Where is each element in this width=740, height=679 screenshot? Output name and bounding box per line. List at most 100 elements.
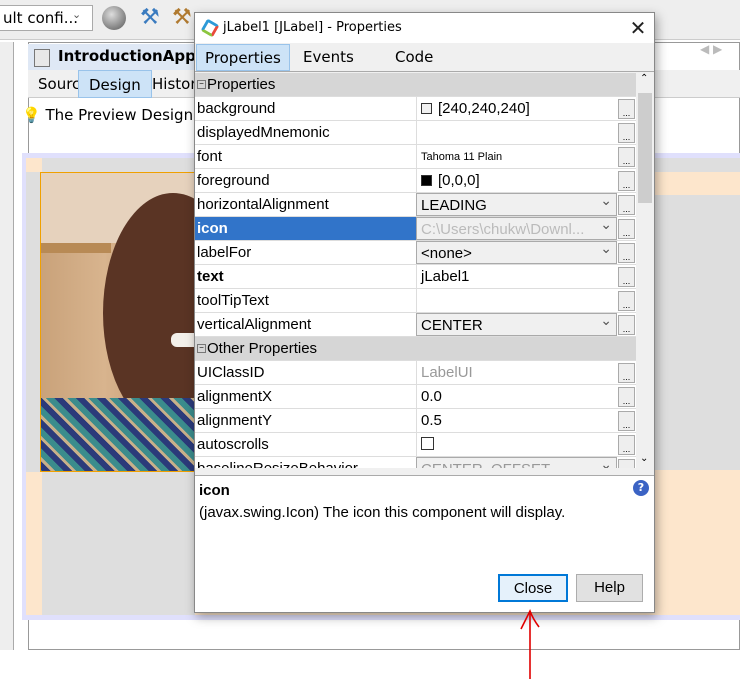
property-row[interactable]: icon C:\Users\chukw\Downl......	[195, 217, 636, 241]
property-value[interactable]	[416, 289, 617, 312]
dialog-title-bar: jLabel1 [JLabel] - Properties	[195, 13, 654, 43]
value-text: jLabel1	[421, 268, 470, 285]
ellipsis-button[interactable]: ...	[618, 315, 635, 335]
collapse-icon[interactable]: −	[197, 344, 206, 353]
configuration-combo[interactable]: ult confi... ⌄	[0, 5, 93, 31]
description-title: icon	[199, 482, 230, 499]
ellipsis-button[interactable]: ...	[618, 411, 635, 431]
property-value[interactable]: C:\Users\chukw\Downl...	[416, 217, 617, 240]
collapse-icon[interactable]: −	[197, 80, 206, 89]
ellipsis-button[interactable]: ...	[618, 147, 635, 167]
tab-design[interactable]: Design	[78, 70, 152, 98]
file-tab[interactable]: IntroductionApp.java	[28, 44, 203, 70]
value-text: [0,0,0]	[438, 172, 480, 189]
property-value[interactable]: LEADING	[416, 193, 617, 216]
annotation-arrow	[520, 609, 540, 679]
property-row[interactable]: toolTipText...	[195, 289, 636, 313]
property-row[interactable]: alignmentX 0.0...	[195, 385, 636, 409]
ellipsis-button[interactable]: ...	[618, 99, 635, 119]
property-name: labelFor	[197, 244, 252, 261]
property-name: autoscrolls	[197, 436, 269, 453]
help-button[interactable]: Help	[576, 574, 643, 602]
lightbulb-icon: 💡	[22, 106, 41, 124]
close-icon[interactable]: ✕	[625, 15, 651, 41]
ellipsis-button[interactable]: ...	[618, 267, 635, 287]
property-value[interactable]	[416, 433, 617, 456]
ellipsis-button[interactable]: ...	[618, 387, 635, 407]
property-name: Other Properties	[207, 340, 318, 357]
jlabel-image[interactable]	[40, 172, 200, 472]
tab-scroll-arrows[interactable]: ◀ ▶	[700, 42, 722, 56]
property-row[interactable]: foreground [0,0,0]...	[195, 169, 636, 193]
property-value[interactable]: [240,240,240]	[416, 97, 617, 120]
globe-icon[interactable]	[102, 6, 126, 30]
scroll-down-icon[interactable]: ⌄	[640, 453, 648, 464]
preview-hint: 💡 The Preview Design b	[22, 106, 208, 124]
property-row[interactable]: labelFor <none>...	[195, 241, 636, 265]
ellipsis-button[interactable]: ...	[618, 291, 635, 311]
color-swatch	[421, 103, 432, 114]
property-name: alignmentX	[197, 388, 273, 405]
value-text: CENTER_OFFSET	[421, 461, 550, 468]
property-value[interactable]: [0,0,0]	[416, 169, 617, 192]
property-row[interactable]: alignmentY 0.5...	[195, 409, 636, 433]
ellipsis-button[interactable]: ...	[618, 435, 635, 455]
chevron-down-icon: ⌄	[72, 8, 82, 21]
property-name: toolTipText	[197, 292, 269, 309]
property-row[interactable]: UIClassID LabelUI...	[195, 361, 636, 385]
scrollbar-thumb[interactable]	[638, 93, 652, 203]
property-name: Properties	[207, 76, 276, 93]
property-value[interactable]	[416, 121, 617, 144]
ellipsis-button[interactable]: ...	[618, 243, 635, 263]
property-value[interactable]: 0.5	[416, 409, 617, 432]
property-name: text	[197, 268, 224, 285]
property-row[interactable]: verticalAlignment CENTER...	[195, 313, 636, 337]
description-text: (javax.swing.Icon) The icon this compone…	[199, 504, 566, 521]
property-name: baselineResizeBehavior	[197, 460, 358, 468]
ellipsis-button[interactable]: ...	[618, 195, 635, 215]
value-text: <none>	[421, 245, 472, 262]
left-panel	[0, 42, 14, 650]
property-name: icon	[195, 217, 416, 240]
property-row[interactable]: text jLabel1...	[195, 265, 636, 289]
property-name: alignmentY	[197, 412, 273, 429]
property-name: displayedMnemonic	[197, 124, 330, 141]
tab-code[interactable]: Code	[387, 44, 441, 71]
java-file-icon	[34, 49, 50, 67]
ellipsis-button[interactable]: ...	[618, 219, 635, 239]
help-icon[interactable]: ?	[633, 480, 649, 496]
hammer-icon[interactable]: ⚒	[140, 6, 164, 30]
property-value[interactable]: Tahoma 11 Plain	[416, 145, 617, 168]
ellipsis-button[interactable]: ...	[618, 171, 635, 191]
property-name: foreground	[197, 172, 270, 189]
value-text: Tahoma 11 Plain	[421, 151, 503, 163]
checkbox[interactable]	[421, 437, 434, 450]
close-button[interactable]: Close	[498, 574, 568, 602]
scroll-up-icon[interactable]: ⌃	[640, 73, 648, 84]
property-value[interactable]: CENTER	[416, 313, 617, 336]
property-value[interactable]: CENTER_OFFSET	[416, 457, 617, 468]
layout-gap	[42, 472, 195, 615]
property-value[interactable]: <none>	[416, 241, 617, 264]
property-name: font	[197, 148, 223, 165]
property-category[interactable]: − Other Properties	[195, 337, 636, 361]
property-row[interactable]: baselineResizeBehavior CENTER_OFFSET...	[195, 457, 636, 468]
color-swatch	[421, 175, 432, 186]
ellipsis-button[interactable]: ...	[618, 123, 635, 143]
clean-build-icon[interactable]: ⚒	[172, 6, 196, 30]
ellipsis-button[interactable]: ...	[618, 459, 635, 468]
ellipsis-button[interactable]: ...	[618, 363, 635, 383]
property-row[interactable]: font Tahoma 11 Plain...	[195, 145, 636, 169]
property-row[interactable]: horizontalAlignment LEADING...	[195, 193, 636, 217]
property-row[interactable]: background [240,240,240]...	[195, 97, 636, 121]
property-row[interactable]: autoscrolls...	[195, 433, 636, 457]
tab-events[interactable]: Events	[295, 44, 362, 71]
property-category[interactable]: − Properties	[195, 73, 636, 97]
property-value[interactable]: 0.0	[416, 385, 617, 408]
value-text: [240,240,240]	[438, 100, 530, 117]
tab-properties[interactable]: Properties	[196, 44, 290, 71]
layout-gap	[655, 195, 740, 470]
property-value[interactable]: LabelUI	[416, 361, 617, 384]
property-row[interactable]: displayedMnemonic...	[195, 121, 636, 145]
property-value[interactable]: jLabel1	[416, 265, 617, 288]
